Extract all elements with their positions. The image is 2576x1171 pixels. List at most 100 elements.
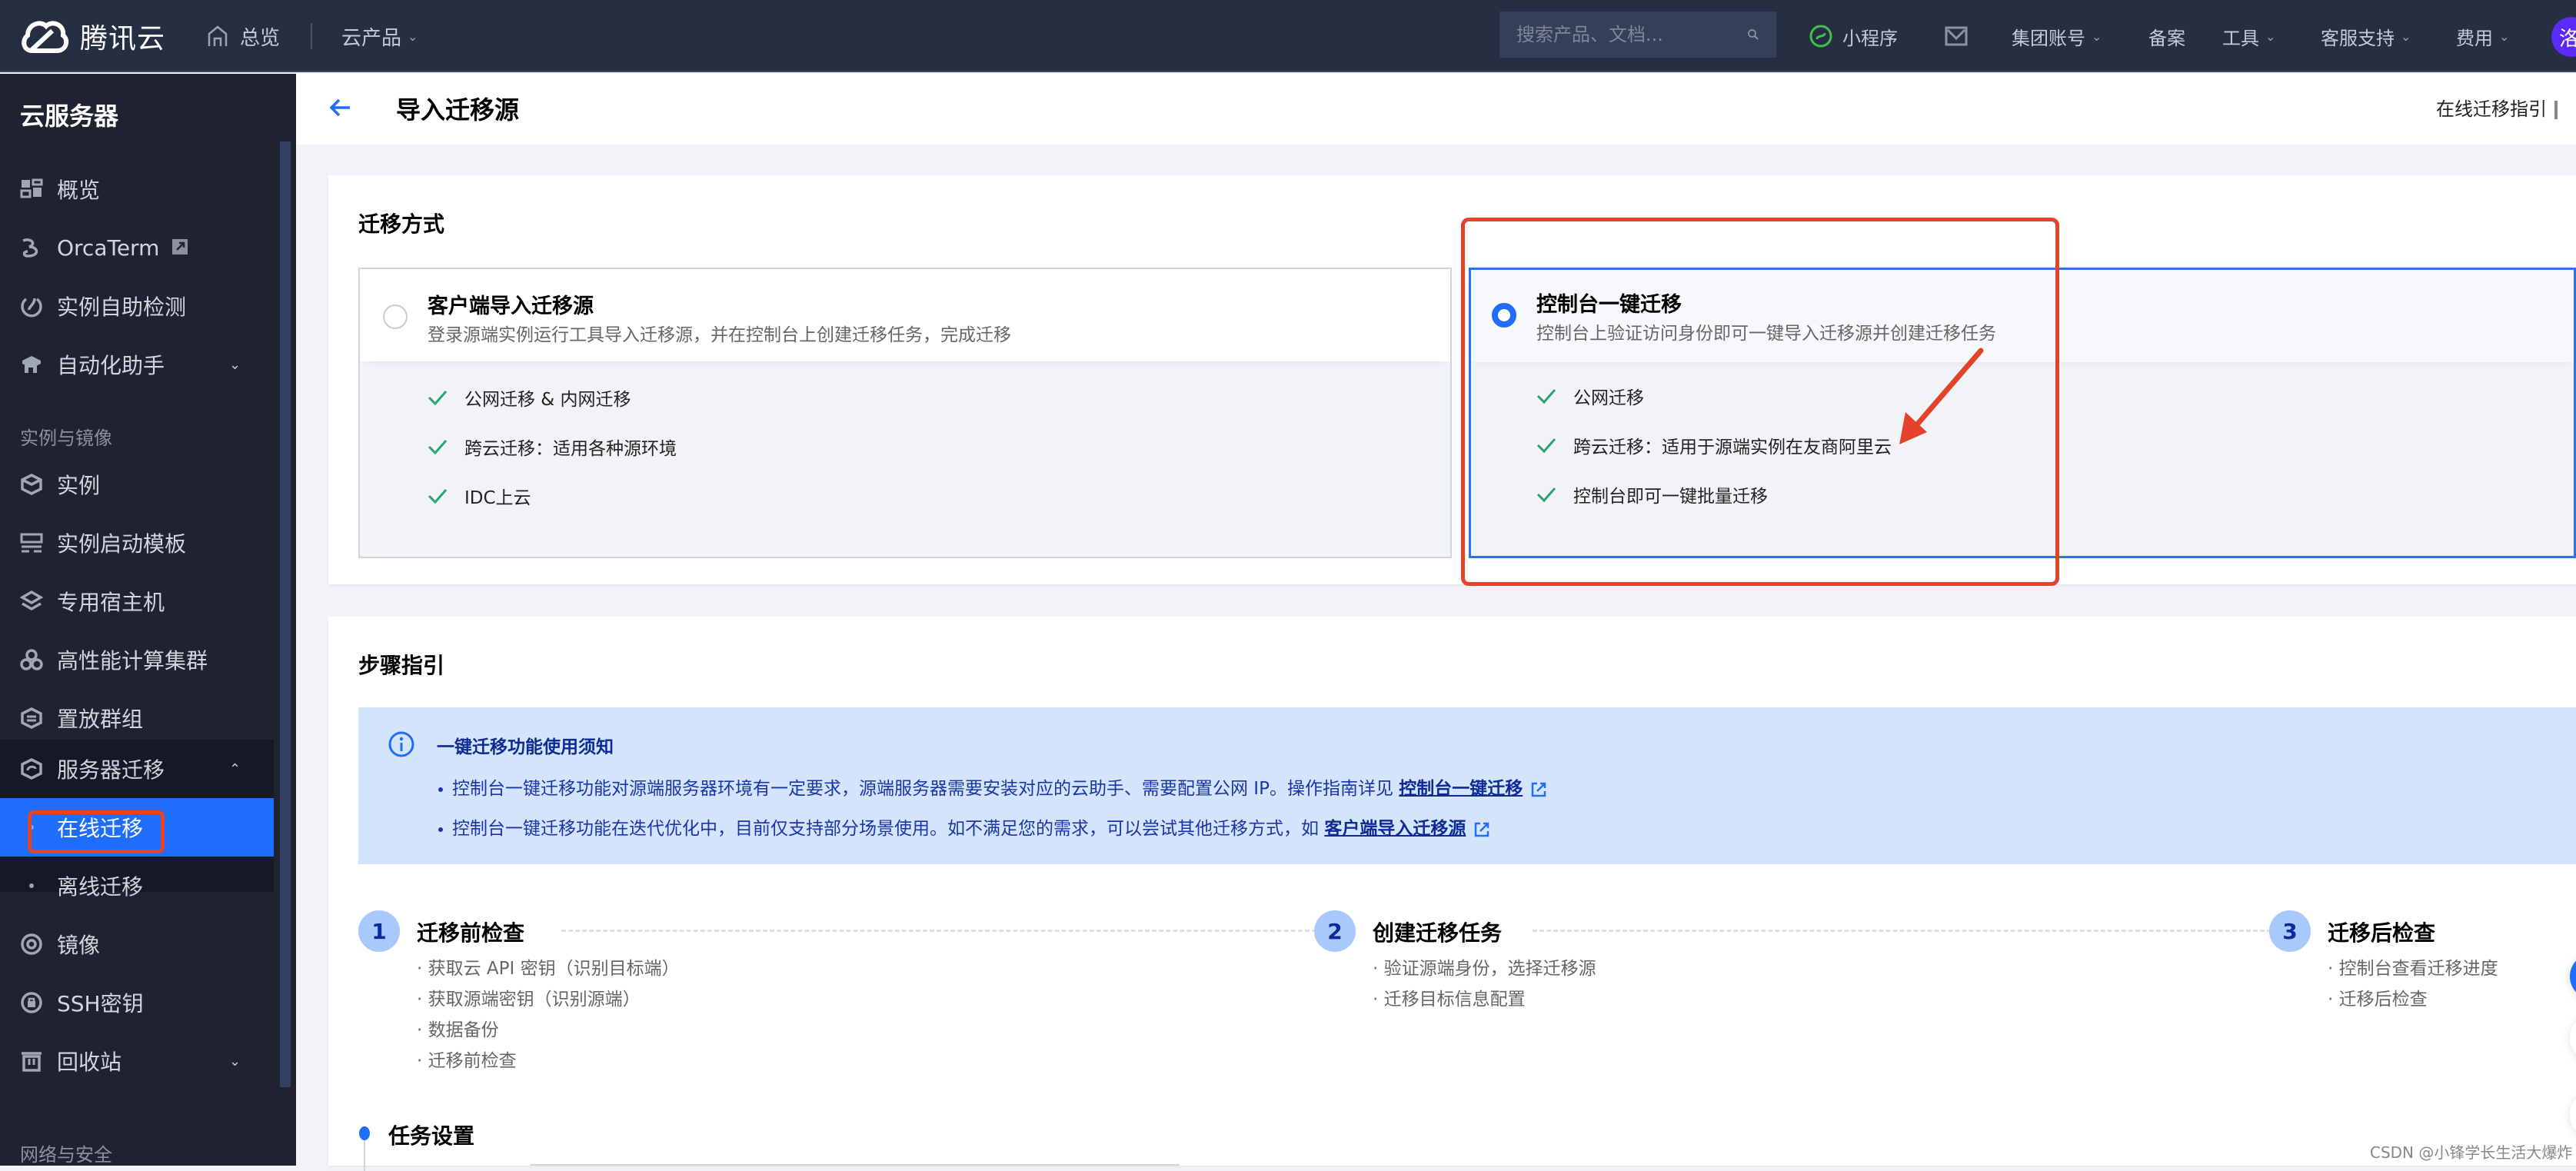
annotation-highlight-box [28,810,165,853]
sidebar-item-hpc-cluster[interactable]: 高性能计算集群 [0,630,274,689]
home-icon [208,25,228,46]
sidebar-title: 云服务器 [20,101,119,131]
search-icon[interactable] [1747,22,1759,47]
tools-dropdown[interactable]: 工具 ⌄ [2222,18,2275,54]
nav-products-label: 云产品 [341,26,402,50]
sidebar-group-instances: 实例与镜像 [20,427,112,449]
sidebar-item-self-check[interactable]: 实例自助检测 [0,277,274,335]
group-account-dropdown[interactable]: 集团账号 ⌄ [2012,18,2102,54]
sidebar-subitem-label: 离线迁移 [57,874,144,900]
client-import-doc-link[interactable]: 客户端导入迁移源 [1324,819,1466,839]
step-item: · 迁移目标信息配置 [1373,990,1526,1010]
template-icon [20,531,43,554]
sidebar-item-overview[interactable]: 概览 [0,160,274,218]
sidebar-item-label: 实例自助检测 [57,294,187,320]
step-number: 2 [1314,910,1356,952]
support-label: 客服支持 [2321,27,2395,49]
mail-icon [1945,26,1968,46]
sidebar-item-label: 置放群组 [57,707,144,732]
console-one-click-doc-link[interactable]: 控制台一键迁移 [1399,779,1523,799]
sidebar-subitem-offline-migration[interactable]: 离线迁移 [0,857,274,915]
step-item: · 数据备份 [417,1020,499,1040]
user-avatar[interactable]: 洛 [2551,17,2576,57]
feature-item: IDC上云 [428,483,531,509]
step-item: · 迁移前检查 [417,1051,517,1071]
external-link-icon[interactable] [1530,781,1547,798]
sidebar-item-label: 实例 [57,473,101,498]
option-header: 客户端导入迁移源 登录源端实例运行工具导入迁移源，并在控制台上创建迁移任务，完成… [360,269,1450,361]
notice-line: 控制台一键迁移功能在迭代优化中，目前仅支持部分场景使用。如不满足您的需求，可以尝… [438,813,1490,840]
message-button[interactable] [1944,18,1969,54]
sidebar-item-placement-group[interactable]: 置放群组 [0,689,274,747]
chevron-down-icon: ⌄ [2499,28,2510,44]
sidebar-item-label: 专用宿主机 [57,590,165,615]
check-icon [428,440,448,455]
online-migration-guide-link[interactable]: 在线迁移指引 [2436,94,2558,121]
page-title: 导入迁移源 [396,95,520,125]
notice-text: 控制台一键迁移功能在迭代优化中，目前仅支持部分场景使用。如不满足您的需求，可以尝… [452,819,1325,839]
chevron-down-icon: ⌄ [2092,28,2102,44]
tencent-cloud-logo[interactable]: 腾讯云 [18,15,165,57]
back-arrow-icon[interactable] [327,94,354,121]
sidebar-item-recycle-bin[interactable]: 回收站 ⌄ [0,1032,274,1090]
sidebar-item-automation[interactable]: 自动化助手 ⌄ [0,335,274,394]
sidebar-item-launch-template[interactable]: 实例启动模板 [0,514,274,572]
sidebar-item-label: 实例启动模板 [57,531,187,557]
nav-overview-label: 总览 [240,26,281,50]
chevron-down-icon: ⌄ [229,1053,241,1070]
sidebar-item-label: OrcaTerm [57,235,160,261]
sidebar-item-label: 服务器迁移 [57,757,165,783]
migration-method-title: 迁移方式 [358,211,445,237]
image-icon [20,933,43,956]
sidebar-item-orcaterm[interactable]: OrcaTerm [0,218,274,277]
guide-link-label: 在线迁移指引 [2436,98,2547,120]
sidebar-item-server-migration[interactable]: 服务器迁移 ⌃ [0,740,274,798]
timeline-line [364,1140,365,1171]
task-settings-title: 任务设置 [388,1123,475,1149]
option-client-import[interactable]: 客户端导入迁移源 登录源端实例运行工具导入迁移源，并在控制台上创建迁移任务，完成… [358,268,1452,558]
option-title: 客户端导入迁移源 [428,294,594,318]
mini-program-link[interactable]: 小程序 [1809,18,1898,54]
search-box[interactable] [1499,12,1776,58]
group-account-label: 集团账号 [2012,27,2085,49]
cloud-logo-icon [22,21,69,53]
sidebar-scrollbar[interactable] [280,141,291,1087]
search-input[interactable] [1516,24,1747,45]
notice-line: 控制台一键迁移功能对源端服务器环境有一定要求，源端服务器需要安装对应的云助手、需… [438,773,1547,800]
nav-products-dropdown[interactable]: 云产品 ⌄ [341,18,418,54]
step-title: 迁移后检查 [2328,920,2436,946]
feature-label: 跨云迁移：适用各种源环境 [464,439,677,459]
step-item: · 控制台查看迁移进度 [2328,959,2498,979]
radio-client-import[interactable] [383,304,408,329]
hpc-cluster-icon [20,648,43,671]
bullet-dot [438,827,443,832]
filing-label: 备案 [2148,27,2185,49]
dashboard-icon [20,178,43,201]
check-icon [428,489,448,504]
steps-guide-title: 步骤指引 [358,653,445,678]
billing-label: 费用 [2456,27,2493,49]
top-nav-bar: 腾讯云 总览 云产品 ⌄ 小程序 集团账号 ⌄ 备案 工具 ⌄ 客服支持 ⌄ 费… [0,0,2576,72]
sidebar-item-dedicated-host[interactable]: 专用宿主机 [0,572,274,630]
billing-dropdown[interactable]: 费用 ⌄ [2456,18,2509,54]
page-header: 导入迁移源 在线迁移指引 [296,74,2576,145]
filing-link[interactable]: 备案 [2148,18,2185,54]
notice-banner: 一键迁移功能使用须知 控制台一键迁移功能对源端服务器环境有一定要求，源端服务器需… [358,707,2576,864]
chevron-down-icon: ⌄ [2265,28,2276,44]
nav-overview[interactable]: 总览 [206,18,280,54]
external-link-icon[interactable] [1473,821,1490,838]
orcaterm-icon [20,236,43,259]
sidebar-item-label: 回收站 [57,1050,122,1075]
step-connector [561,930,1330,932]
annotation-arrow-icon [1899,348,1984,444]
sidebar-item-image[interactable]: 镜像 [0,915,274,973]
self-check-icon [20,294,43,318]
sidebar-item-ssh-key[interactable]: SSH密钥 [0,973,274,1032]
support-dropdown[interactable]: 客服支持 ⌄ [2321,18,2411,54]
sidebar-item-instance[interactable]: 实例 [0,455,274,514]
chevron-down-icon: ⌄ [408,28,418,44]
sidebar-item-label: SSH密钥 [57,991,144,1016]
feature-item: 跨云迁移：适用各种源环境 [428,434,677,460]
sidebar-item-label: 概览 [57,178,101,203]
step-item: · 获取云 API 密钥（识别目标端） [417,959,680,979]
